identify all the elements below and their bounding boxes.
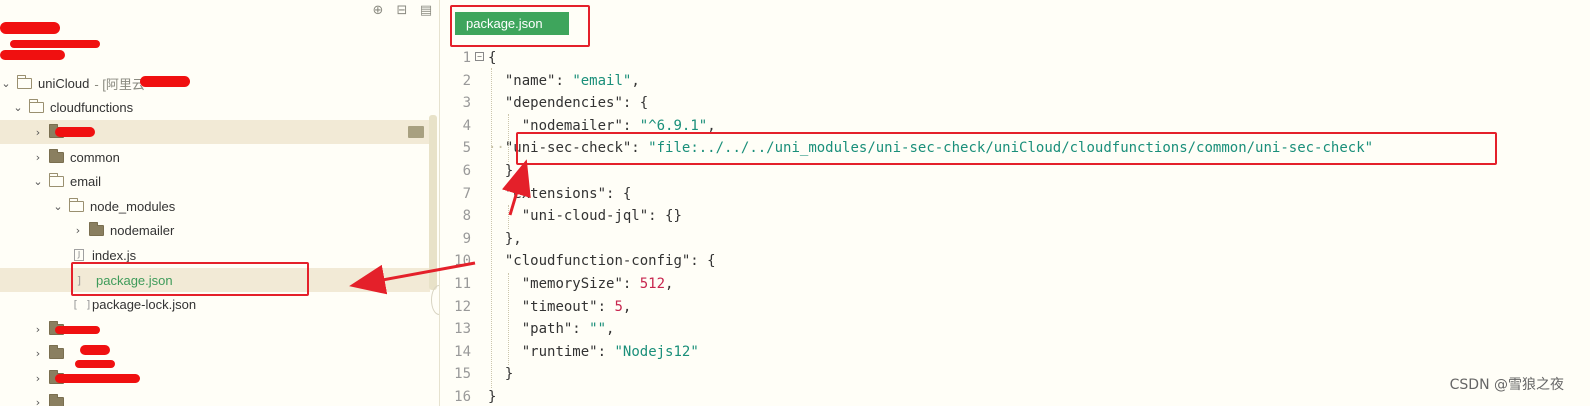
arrow-to-package-json	[349, 261, 476, 295]
annotation-arrows	[349, 159, 531, 295]
arrow-to-line5	[502, 159, 531, 216]
